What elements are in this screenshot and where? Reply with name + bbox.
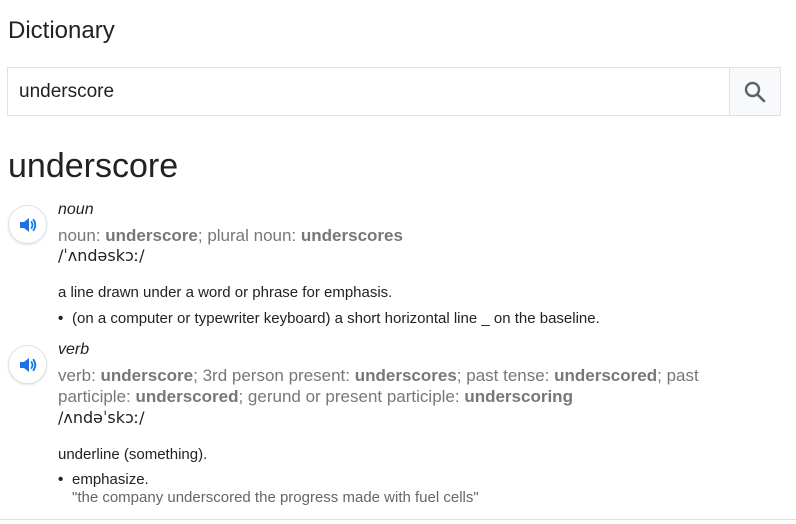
- form-word: underscored: [135, 387, 239, 406]
- subdefinition-text: emphasize.: [72, 471, 149, 488]
- usage-example: "the company underscored the progress ma…: [72, 489, 479, 506]
- definition-noun: a line drawn under a word or phrase for …: [58, 284, 393, 301]
- form-label: noun:: [58, 226, 106, 245]
- form-label: verb:: [58, 366, 101, 385]
- search-button[interactable]: [729, 68, 780, 115]
- phonetic-verb: /ʌndəˈskɔː/: [58, 408, 145, 427]
- form-separator: ;: [456, 366, 467, 385]
- headword: underscore: [8, 147, 179, 185]
- form-word: underscores: [300, 226, 403, 245]
- definition-verb: underline (something).: [58, 446, 208, 463]
- word-forms-verb: verb: underscore; 3rd person present: un…: [58, 365, 758, 407]
- part-of-speech-noun: noun: [58, 201, 94, 218]
- form-word: underscores: [354, 366, 457, 385]
- form-label: gerund or present participle:: [247, 387, 465, 406]
- form-label: plural noun:: [207, 226, 301, 245]
- form-separator: ;: [197, 226, 208, 245]
- part-of-speech-verb: verb: [58, 341, 90, 358]
- bullet: •: [58, 471, 64, 488]
- subdefinition-text: (on a computer or typewriter keyboard) a…: [72, 310, 600, 327]
- search-input[interactable]: [8, 68, 730, 115]
- speaker-icon: [19, 357, 36, 372]
- bullet: •: [58, 310, 64, 327]
- divider: [0, 519, 796, 520]
- form-word: underscored: [554, 366, 658, 385]
- form-separator: ;: [238, 387, 248, 406]
- form-label: 3rd person present:: [202, 366, 355, 385]
- form-label: past tense:: [466, 366, 555, 385]
- form-word: underscore: [100, 366, 194, 385]
- form-word: underscore: [105, 226, 198, 245]
- phonetic-noun: /ˈʌndəskɔː/: [58, 246, 145, 265]
- form-separator: ;: [657, 366, 667, 385]
- dictionary-title: Dictionary: [8, 17, 115, 44]
- word-forms-noun: noun: underscore; plural noun: underscor…: [58, 225, 758, 246]
- pronunciation-audio-button-noun[interactable]: [8, 205, 47, 244]
- pronunciation-audio-button-verb[interactable]: [8, 345, 47, 384]
- form-separator: ;: [193, 366, 203, 385]
- speaker-icon: [19, 217, 36, 232]
- search-icon: [744, 81, 766, 102]
- form-word: underscoring: [464, 387, 573, 406]
- search-box: [7, 67, 781, 116]
